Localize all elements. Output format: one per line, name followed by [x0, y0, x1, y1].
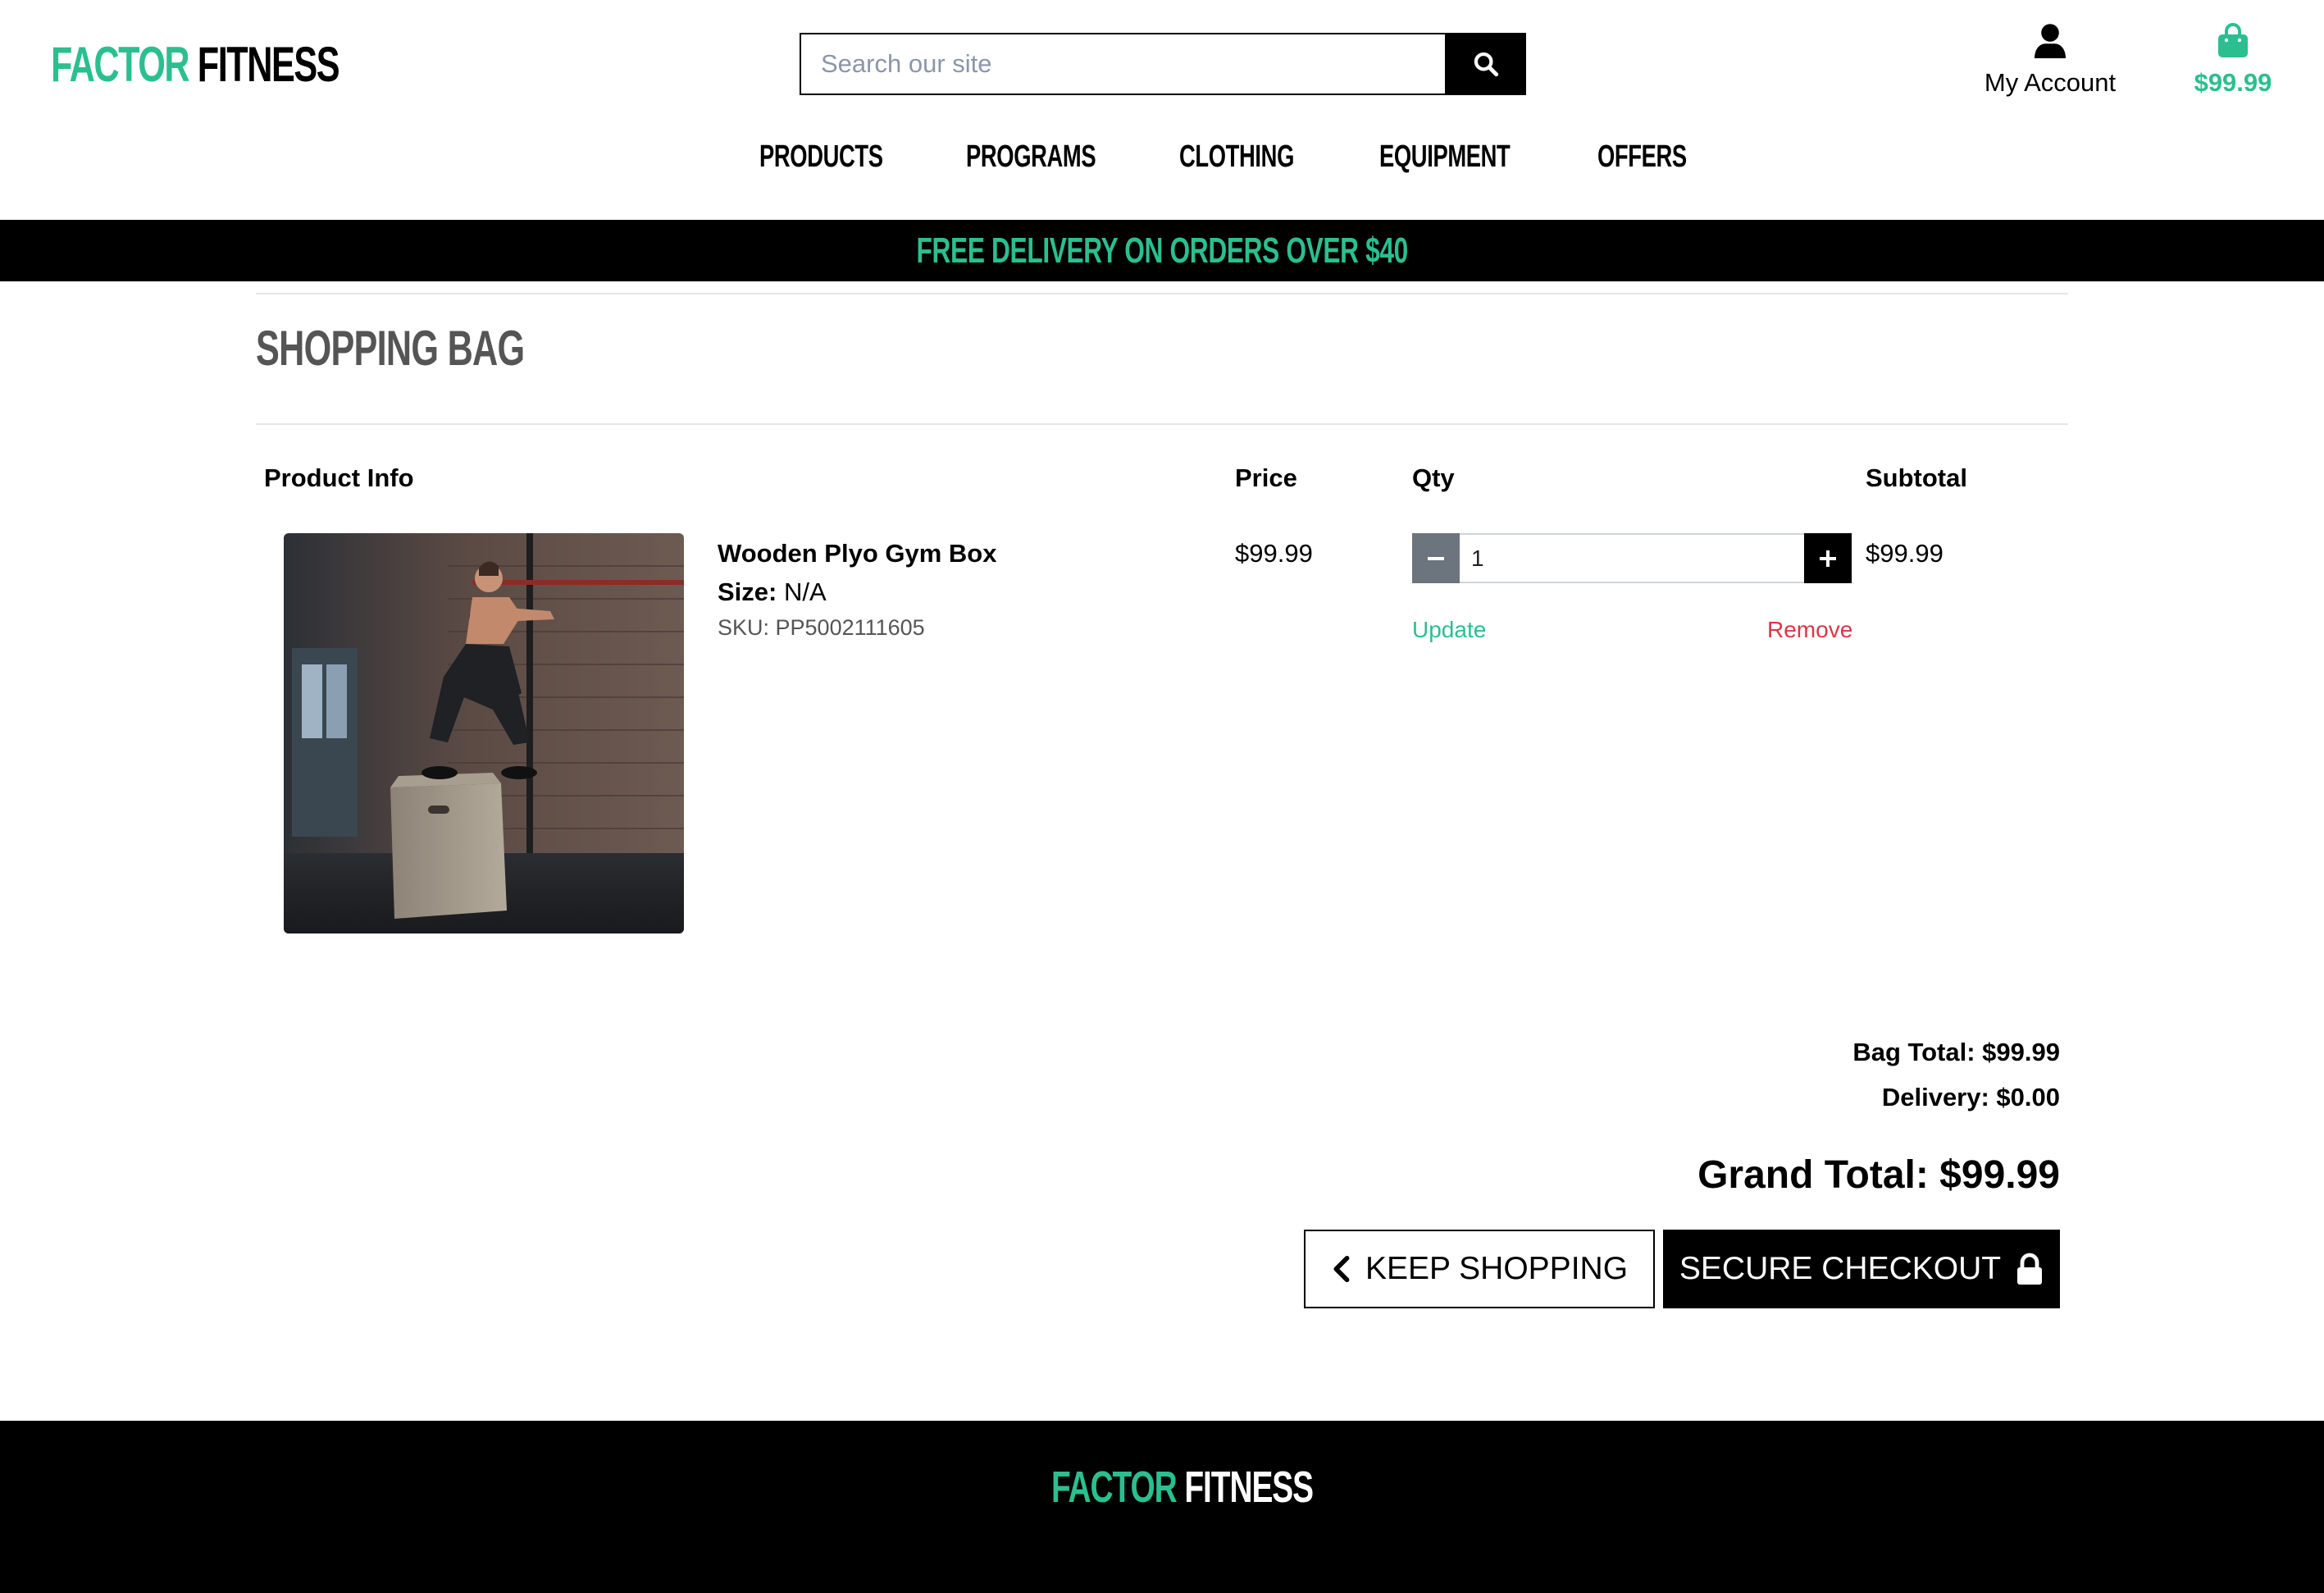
product-subtotal: $99.99 — [1866, 539, 1944, 568]
secure-checkout-button[interactable]: SECURE CHECKOUT — [1663, 1230, 2060, 1308]
grand-total: Grand Total: $99.99 — [1697, 1153, 2060, 1197]
quantity-stepper — [1412, 533, 1852, 583]
keep-shopping-button[interactable]: KEEP SHOPPING — [1304, 1230, 1655, 1308]
main-nav: PRODUCTS PROGRAMS CLOTHING EQUIPMENT OFF… — [0, 139, 2324, 185]
product-size: Size: N/A — [718, 577, 827, 607]
page-title: SHOPPING BAG — [256, 321, 525, 376]
shopping-bag-link[interactable]: $99.99 — [2181, 23, 2285, 98]
nav-equipment[interactable]: EQUIPMENT — [1379, 139, 1511, 175]
chevron-left-icon — [1333, 1255, 1350, 1283]
footer-logo-fitness: FITNESS — [1184, 1463, 1314, 1512]
product-photo — [284, 533, 684, 933]
product-name: Wooden Plyo Gym Box — [718, 539, 997, 568]
minus-icon — [1428, 556, 1444, 560]
divider — [256, 423, 2068, 425]
nav-products[interactable]: PRODUCTS — [759, 139, 883, 175]
search-input[interactable] — [800, 33, 1445, 95]
decrement-button[interactable] — [1412, 533, 1460, 583]
lock-icon — [2017, 1253, 2043, 1285]
search-form — [800, 33, 1526, 95]
my-account-label: My Account — [1984, 68, 2117, 97]
search-button[interactable] — [1445, 33, 1526, 95]
delivery-cost: Delivery: $0.00 — [1881, 1083, 2060, 1111]
column-header-subtotal: Subtotal — [1866, 463, 1967, 492]
remove-link[interactable]: Remove — [1767, 617, 1852, 643]
shopping-bag-icon — [2218, 23, 2248, 57]
footer-logo-factor: FACTOR — [1051, 1463, 1178, 1512]
logo-text-factor: FACTOR — [51, 36, 190, 92]
my-account-link[interactable]: My Account — [1972, 23, 2128, 98]
quantity-input[interactable] — [1460, 533, 1804, 583]
column-header-qty: Qty — [1412, 463, 1455, 492]
product-image[interactable] — [284, 533, 684, 933]
logo-text-fitness: FITNESS — [197, 36, 340, 92]
column-header-product: Product Info — [264, 463, 414, 492]
site-logo[interactable]: FACTOR FITNESS — [51, 31, 451, 97]
nav-programs[interactable]: PROGRAMS — [966, 139, 1096, 175]
product-sku: SKU: PP5002111605 — [718, 615, 925, 640]
keep-shopping-label: KEEP SHOPPING — [1365, 1251, 1629, 1286]
product-size-value: N/A — [783, 577, 827, 606]
divider — [256, 293, 2068, 294]
bag-total-amount: $99.99 — [2194, 68, 2272, 97]
product-size-label: Size: — [718, 577, 777, 606]
column-header-price: Price — [1235, 463, 1297, 492]
increment-button[interactable] — [1804, 533, 1852, 583]
user-icon — [2035, 24, 2066, 58]
nav-clothing[interactable]: CLOTHING — [1179, 139, 1294, 175]
plus-icon — [1820, 550, 1836, 567]
nav-offers[interactable]: OFFERS — [1597, 139, 1687, 175]
secure-checkout-label: SECURE CHECKOUT — [1679, 1251, 2002, 1286]
bag-total: Bag Total: $99.99 — [1852, 1038, 2060, 1066]
delivery-banner: FREE DELIVERY ON ORDERS OVER $40 — [0, 220, 2324, 281]
footer-logo[interactable]: FACTOR FITNESS — [1051, 1462, 1314, 1513]
product-price: $99.99 — [1235, 539, 1313, 568]
footer: FACTOR FITNESS — [0, 1421, 2324, 1593]
update-link[interactable]: Update — [1412, 617, 1486, 643]
delivery-banner-text: FREE DELIVERY ON ORDERS OVER $40 — [916, 230, 1408, 271]
search-icon — [1474, 52, 1498, 77]
